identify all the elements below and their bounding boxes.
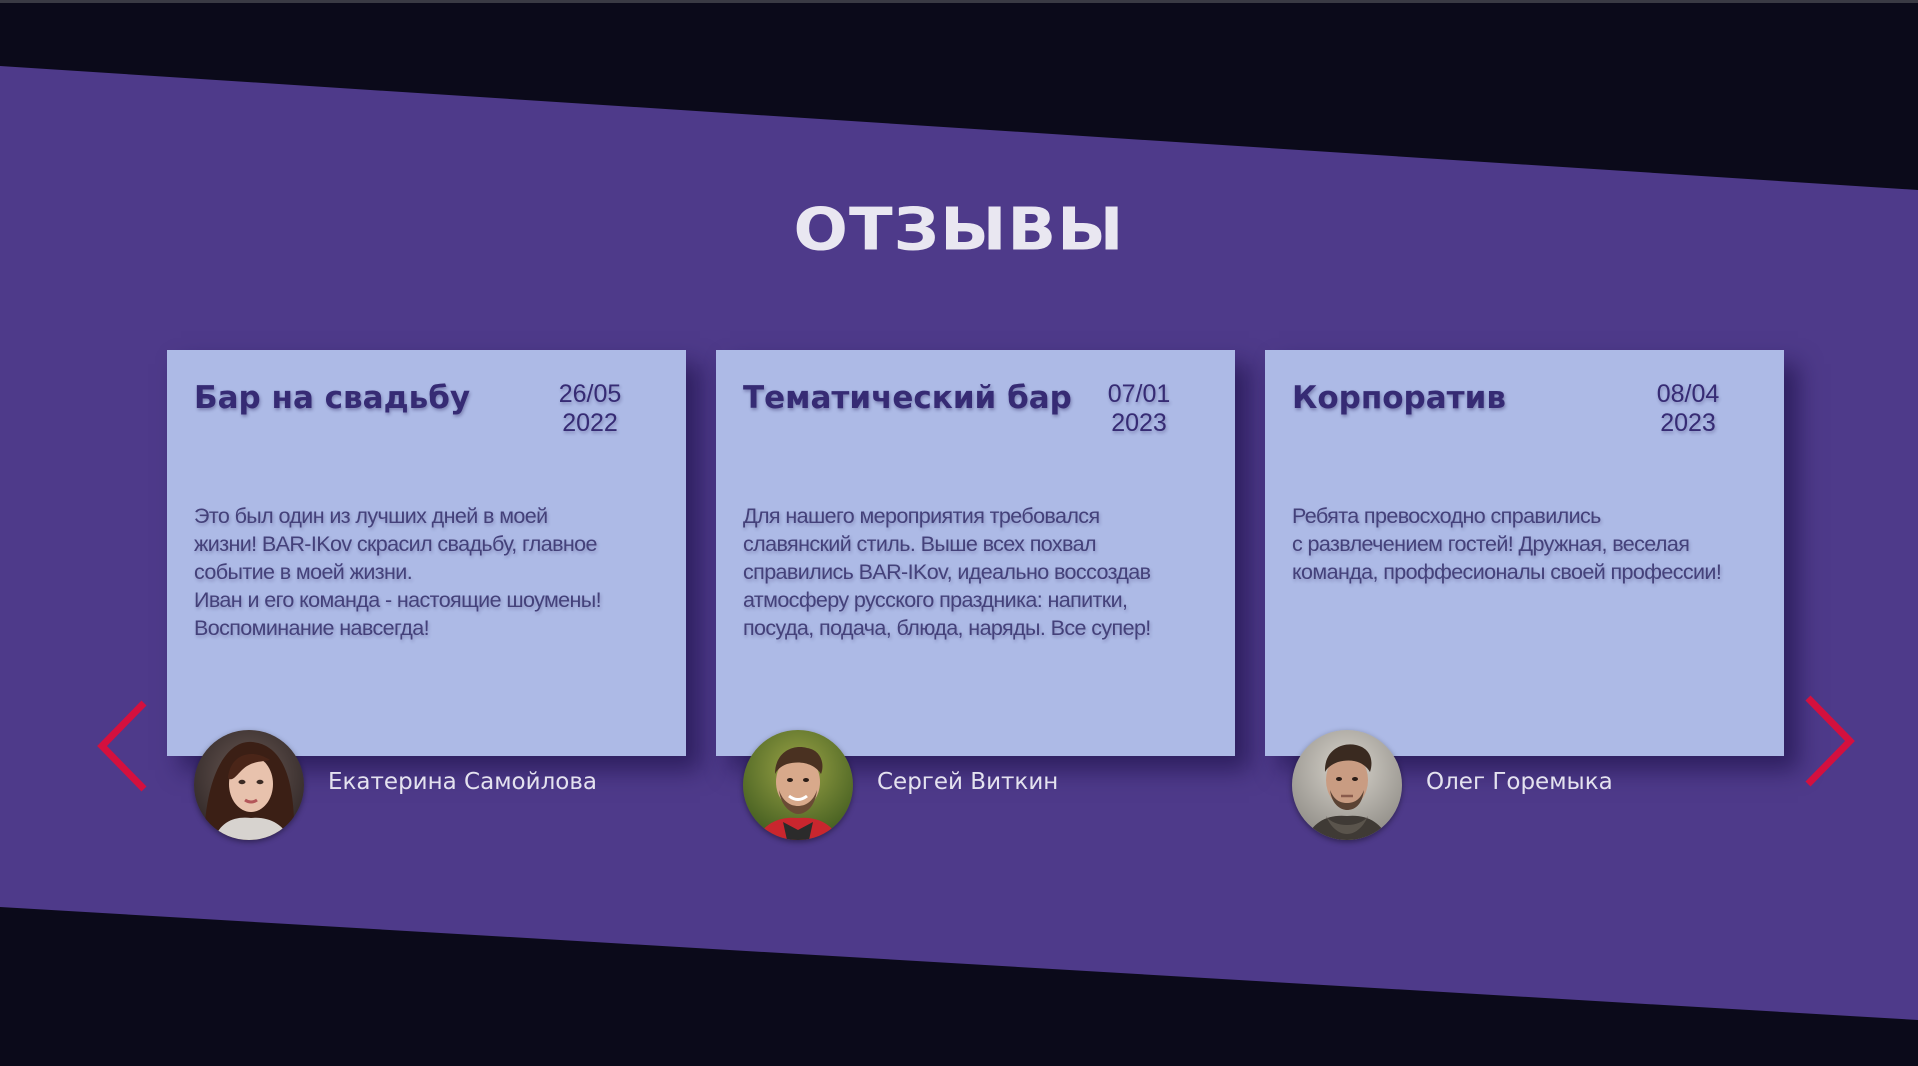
review-title: Бар на свадьбу (194, 380, 471, 416)
carousel-next-button[interactable] (1800, 692, 1860, 788)
author-name: Олег Горемыка (1426, 769, 1613, 795)
review-author: Екатерина Самойлова (167, 730, 686, 840)
author-avatar (743, 730, 853, 840)
review-title: Корпоратив (1292, 380, 1506, 416)
review-date-day-month: 26/05 (558, 380, 622, 408)
review-date: 07/01 2023 (1079, 380, 1199, 438)
author-avatar (194, 730, 304, 840)
author-avatar (1292, 730, 1402, 840)
top-divider (0, 0, 1918, 3)
reviews-page: ОТЗЫВЫ Бар на свадьбу 26/05 2022 Это был… (0, 0, 1918, 1066)
review-text: Для нашего мероприятия требовался славян… (743, 504, 1151, 640)
review-card: Бар на свадьбу 26/05 2022 Это был один и… (167, 350, 686, 756)
author-name: Екатерина Самойлова (328, 769, 598, 795)
review-author: Сергей Виткин (716, 730, 1235, 840)
review-date: 26/05 2022 (530, 380, 650, 438)
review-title: Тематический бар (743, 380, 1072, 416)
review-date-day-month: 07/01 (1107, 380, 1171, 408)
section-title: ОТЗЫВЫ (793, 195, 1125, 265)
review-text: Ребята превосходно справились с развлече… (1292, 504, 1722, 584)
review-date-day-month: 08/04 (1656, 380, 1720, 408)
carousel-prev-button[interactable] (94, 697, 154, 793)
chevron-left-icon (97, 700, 147, 792)
review-date-year: 2022 (562, 409, 618, 437)
review-date: 08/04 2023 (1628, 380, 1748, 438)
review-card: Корпоратив 08/04 2023 Ребята превосходно… (1265, 350, 1784, 756)
review-card: Тематический бар 07/01 2023 Для нашего м… (716, 350, 1235, 756)
review-date-year: 2023 (1660, 409, 1716, 437)
author-name: Сергей Виткин (877, 769, 1059, 795)
review-date-year: 2023 (1111, 409, 1167, 437)
review-author: Олег Горемыка (1265, 730, 1784, 840)
review-text: Это был один из лучших дней в моей жизни… (194, 504, 602, 640)
chevron-right-icon (1805, 695, 1855, 787)
